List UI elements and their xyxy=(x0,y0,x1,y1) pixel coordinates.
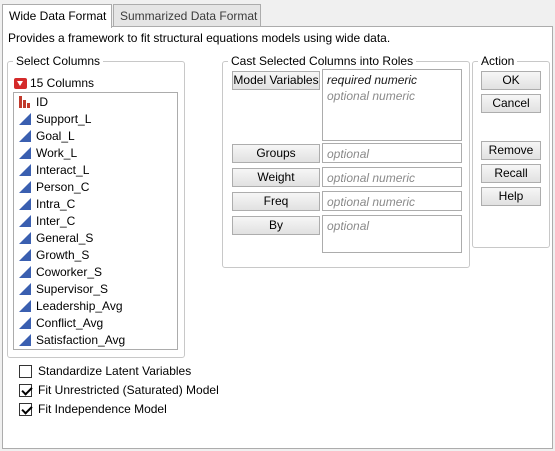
groups-button[interactable]: Groups xyxy=(232,144,320,163)
continuous-icon xyxy=(18,265,32,279)
column-list-item[interactable]: Inter_C xyxy=(14,212,177,229)
column-list[interactable]: ID Support_L Goal_L Work_L Interact_L Person_… xyxy=(13,92,178,350)
column-list-item[interactable]: General_S xyxy=(14,229,177,246)
model-variables-dropzone[interactable]: required numeric optional numeric xyxy=(322,69,462,141)
by-button[interactable]: By xyxy=(232,216,320,235)
fit-unrestricted-label: Fit Unrestricted (Saturated) Model xyxy=(38,383,219,397)
description-text: Provides a framework to fit structural e… xyxy=(8,31,391,45)
continuous-icon xyxy=(18,214,32,228)
tab-wide-data-format[interactable]: Wide Data Format xyxy=(2,4,112,28)
column-name: ID xyxy=(36,94,48,109)
continuous-icon xyxy=(18,316,32,330)
checkbox-icon[interactable] xyxy=(19,402,32,416)
ok-button[interactable]: OK xyxy=(481,71,541,90)
column-name: Support_L xyxy=(36,111,92,126)
column-list-item[interactable]: Person_C xyxy=(14,178,177,195)
cast-roles-title: Cast Selected Columns into Roles xyxy=(231,54,414,68)
standardize-latent-checkbox[interactable]: Standardize Latent Variables xyxy=(19,363,191,379)
action-group: Action OK Cancel Remove Recall Help xyxy=(472,54,550,248)
tab-panel: Provides a framework to fit structural e… xyxy=(2,26,553,449)
fit-independence-checkbox[interactable]: Fit Independence Model xyxy=(19,401,167,417)
column-name: Work_L xyxy=(36,145,78,160)
continuous-icon xyxy=(18,299,32,313)
column-name: Satisfaction_Avg xyxy=(36,332,126,347)
cancel-button[interactable]: Cancel xyxy=(481,94,541,113)
column-name: Leadership_Avg xyxy=(36,298,123,313)
column-name: Supervisor_S xyxy=(36,281,109,296)
model-variables-button[interactable]: Model Variables xyxy=(232,71,320,90)
continuous-icon xyxy=(18,282,32,296)
by-dropzone[interactable]: optional xyxy=(322,215,462,253)
model-variables-optional-hint: optional numeric xyxy=(327,89,416,103)
standardize-latent-label: Standardize Latent Variables xyxy=(38,364,192,378)
continuous-icon xyxy=(18,248,32,262)
column-name: Interact_L xyxy=(36,162,90,177)
weight-button[interactable]: Weight xyxy=(232,168,320,187)
select-columns-group: Select Columns 15 Columns ID Support_L Goa… xyxy=(7,54,185,358)
column-list-item[interactable]: Support_L xyxy=(14,110,177,127)
fit-independence-label: Fit Independence Model xyxy=(38,402,167,416)
continuous-icon xyxy=(18,129,32,143)
continuous-icon xyxy=(18,163,32,177)
column-name: Growth_S xyxy=(36,247,90,262)
continuous-icon xyxy=(18,333,32,347)
column-list-item[interactable]: ID xyxy=(14,93,177,110)
columns-count-label: 15 Columns xyxy=(30,76,95,90)
action-title: Action xyxy=(481,54,515,68)
column-name: General_S xyxy=(36,230,94,245)
column-list-item[interactable]: Leadership_Avg xyxy=(14,297,177,314)
column-list-item[interactable]: Conflict_Avg xyxy=(14,314,177,331)
nominal-bar-icon xyxy=(18,95,32,109)
column-name: Conflict_Avg xyxy=(36,315,104,330)
column-name: Coworker_S xyxy=(36,264,103,279)
column-name: Person_C xyxy=(36,179,90,194)
column-list-item[interactable]: Intra_C xyxy=(14,195,177,212)
columns-count-header[interactable]: 15 Columns xyxy=(14,75,94,91)
cast-roles-group: Cast Selected Columns into Roles Model V… xyxy=(222,54,470,268)
fit-unrestricted-checkbox[interactable]: Fit Unrestricted (Saturated) Model xyxy=(19,382,219,398)
continuous-icon xyxy=(18,180,32,194)
column-list-item[interactable]: Supervisor_S xyxy=(14,280,177,297)
weight-dropzone[interactable]: optional numeric xyxy=(322,167,462,187)
model-variables-required-hint: required numeric xyxy=(327,73,418,87)
column-list-item[interactable]: Growth_S xyxy=(14,246,177,263)
checkbox-icon[interactable] xyxy=(19,383,32,397)
column-list-item[interactable]: Work_L xyxy=(14,144,177,161)
freq-button[interactable]: Freq xyxy=(232,192,320,211)
column-list-item[interactable]: Interact_L xyxy=(14,161,177,178)
remove-button[interactable]: Remove xyxy=(481,141,541,160)
continuous-icon xyxy=(18,231,32,245)
column-name: Inter_C xyxy=(36,213,76,228)
tab-summarized-data-format[interactable]: Summarized Data Format xyxy=(113,4,261,27)
select-columns-title: Select Columns xyxy=(16,54,101,68)
continuous-icon xyxy=(18,146,32,160)
continuous-icon xyxy=(18,197,32,211)
column-list-item[interactable]: Goal_L xyxy=(14,127,177,144)
continuous-icon xyxy=(18,112,32,126)
column-list-item[interactable]: Satisfaction_Avg xyxy=(14,331,177,348)
help-button[interactable]: Help xyxy=(481,187,541,206)
column-name: Goal_L xyxy=(36,128,75,143)
column-list-item[interactable]: Coworker_S xyxy=(14,263,177,280)
groups-dropzone[interactable]: optional xyxy=(322,143,462,163)
freq-dropzone[interactable]: optional numeric xyxy=(322,191,462,211)
checkbox-icon[interactable] xyxy=(19,364,32,378)
recall-button[interactable]: Recall xyxy=(481,164,541,183)
collapse-triangle-icon[interactable] xyxy=(14,77,27,89)
column-name: Intra_C xyxy=(36,196,76,211)
